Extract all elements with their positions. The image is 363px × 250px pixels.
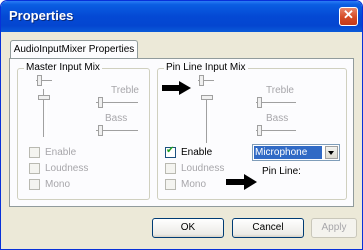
dropdown-arrow-icon[interactable]: [325, 146, 338, 159]
pointer-arrow-icon: [226, 174, 257, 190]
pin-treble-track: [256, 102, 296, 106]
master-group-title: Master Input Mix: [24, 62, 102, 73]
pin-treble-slider[interactable]: [257, 97, 262, 108]
pin-enable-checkbox[interactable]: [165, 145, 176, 158]
apply-button[interactable]: Apply: [311, 218, 357, 238]
master-input-mix-group: Master Input Mix Treble Bass Enable Loud…: [17, 62, 150, 200]
window-title: Properties: [9, 8, 74, 23]
master-bass-slider[interactable]: [98, 125, 103, 136]
pin-bass-label: Bass: [266, 113, 289, 124]
pin-loudness-checkbox[interactable]: [165, 163, 176, 174]
properties-dialog: Properties ✕ AudioInputMixer Properties …: [0, 0, 363, 250]
pin-mono-checkbox[interactable]: [165, 179, 176, 190]
pin-bass-track: [256, 130, 296, 134]
ok-button[interactable]: OK: [152, 218, 224, 238]
pin-volume-slider[interactable]: [201, 95, 213, 100]
master-enable-label: Enable: [45, 147, 77, 158]
tab-label: AudioInputMixer Properties: [13, 44, 135, 55]
pin-volume-track: [206, 97, 210, 143]
dialog-client-area: AudioInputMixer Properties Master Input …: [5, 32, 358, 245]
pin-loudness-label: Loudness: [181, 163, 225, 174]
master-mono-label: Mono: [45, 179, 71, 190]
title-bar[interactable]: Properties ✕: [1, 1, 362, 32]
pin-line-select-value: Microphone: [254, 146, 322, 159]
master-balance-slider[interactable]: [37, 75, 42, 86]
master-treble-label: Treble: [111, 85, 139, 96]
master-treble-slider[interactable]: [98, 97, 103, 108]
cancel-button[interactable]: Cancel: [232, 218, 304, 238]
close-icon: ✕: [343, 7, 354, 22]
pin-balance-slider[interactable]: [199, 75, 204, 86]
master-mono-checkbox[interactable]: [29, 179, 40, 190]
master-loudness-checkbox[interactable]: [29, 163, 40, 174]
master-loudness-label: Loudness: [45, 163, 89, 174]
close-button[interactable]: ✕: [339, 7, 358, 26]
pin-bass-slider[interactable]: [257, 125, 262, 136]
pin-treble-label: Treble: [266, 85, 294, 96]
pin-line-input-mix-group: Pin Line Input Mix Treble Bass Enable: [157, 62, 347, 200]
master-enable-checkbox[interactable]: [29, 147, 40, 158]
tab-panel: Master Input Mix Treble Bass Enable Loud…: [9, 58, 354, 207]
pin-group-title: Pin Line Input Mix: [164, 62, 248, 73]
pin-line-label: Pin Line:: [262, 166, 301, 177]
master-volume-slider[interactable]: [38, 95, 50, 100]
pin-line-select[interactable]: Microphone: [252, 144, 340, 161]
pin-mono-label: Mono: [181, 179, 207, 190]
pointer-arrow-icon: [162, 81, 191, 95]
tab-audioinputmixer-properties[interactable]: AudioInputMixer Properties: [10, 40, 138, 59]
pin-enable-label: Enable: [181, 147, 213, 158]
master-bass-label: Bass: [105, 113, 128, 124]
